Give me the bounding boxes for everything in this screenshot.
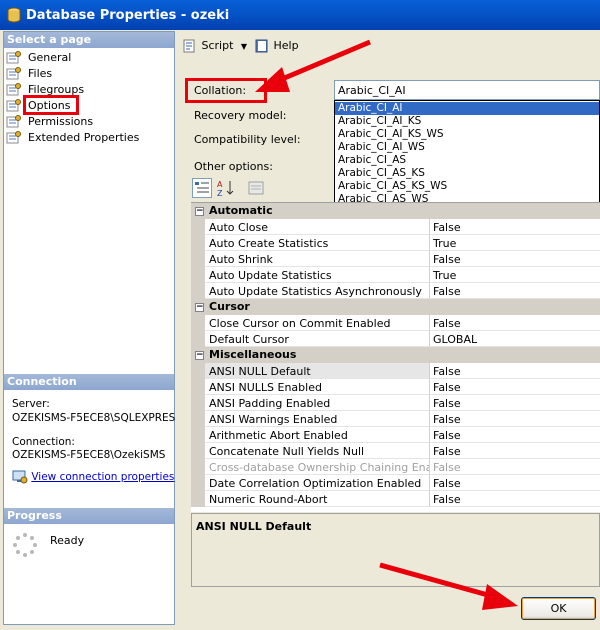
arrow-to-ok [379,562,496,600]
arrow-to-collation [274,39,371,85]
annotation-arrows [255,39,518,610]
